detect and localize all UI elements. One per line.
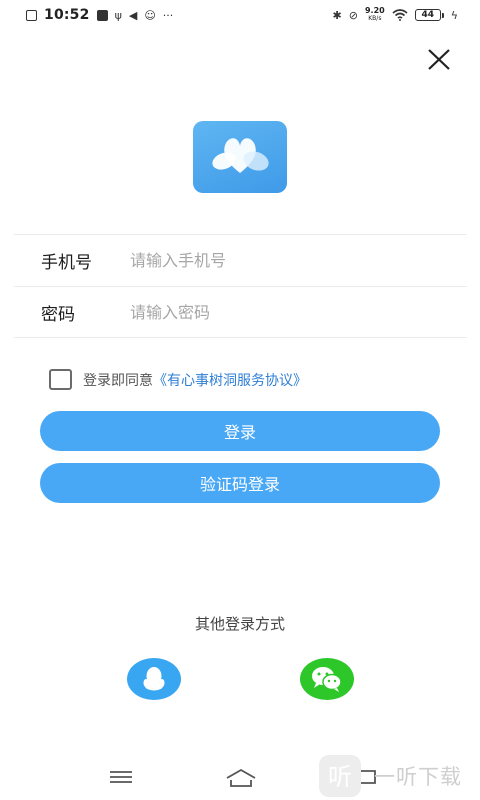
app-notification-icon (96, 9, 108, 21)
password-row: 密码 (14, 286, 467, 338)
usb-icon: ψ (114, 8, 122, 22)
menu-icon (110, 771, 132, 783)
phone-row: 手机号 (14, 234, 467, 286)
other-login-title: 其他登录方式 (194, 615, 285, 633)
password-label: 密码 (41, 304, 75, 325)
wifi-icon (392, 9, 408, 21)
watermark-text: 一听下载 (374, 765, 462, 789)
network-speed-unit: KB/s (368, 15, 382, 22)
svg-text:听: 听 (328, 763, 352, 791)
status-left: 10:52 ψ ◀ ☺ ··· (26, 7, 173, 23)
agreement-checkbox[interactable] (49, 369, 72, 390)
wechat-login-button[interactable] (300, 658, 354, 700)
mute-icon: ⊘ (348, 8, 358, 22)
network-speed-value: 9.20 (364, 6, 385, 15)
status-right: ✱ ⊘ 9.20 KB/s 44 ϟ (333, 7, 458, 23)
volume-icon: ◀ (128, 8, 138, 22)
heart-logo-icon (212, 138, 269, 173)
login-button[interactable]: 登录 (40, 411, 440, 451)
close-button[interactable] (420, 42, 458, 78)
agreement-text: 登录即同意 (83, 372, 153, 389)
status-time: 10:52 (44, 7, 90, 23)
more-icon: ··· (162, 8, 174, 22)
close-icon (428, 49, 450, 70)
battery-level: 44 (414, 9, 441, 21)
network-speed: 9.20 KB/s (365, 7, 385, 23)
notification-icon (26, 9, 37, 21)
home-icon (226, 768, 256, 787)
battery-icon: 44 (414, 9, 444, 21)
nav-home-button[interactable] (225, 767, 257, 793)
watermark: 听 一听下载 (318, 752, 480, 800)
status-bar: 10:52 ψ ◀ ☺ ··· ✱ ⊘ 9.20 KB/s 44 ϟ (0, 0, 480, 30)
wechat-icon (312, 667, 342, 692)
face-icon: ☺ (144, 8, 156, 22)
bluetooth-icon: ✱ (332, 8, 342, 22)
app-logo (193, 121, 287, 193)
phone-label: 手机号 (41, 253, 92, 273)
agreement-link[interactable]: 《有心事树洞服务协议》 (153, 370, 307, 390)
code-login-button[interactable]: 验证码登录 (40, 463, 440, 503)
watermark-logo-icon: 听 (319, 755, 361, 797)
qq-icon (143, 667, 165, 691)
password-input[interactable] (104, 302, 467, 322)
phone-input[interactable] (104, 251, 467, 270)
nav-menu-button[interactable] (108, 767, 134, 791)
qq-login-button[interactable] (127, 658, 181, 700)
agreement-row: 登录即同意 《有心事树洞服务协议》 (49, 369, 307, 390)
charging-icon: ϟ (450, 8, 458, 22)
